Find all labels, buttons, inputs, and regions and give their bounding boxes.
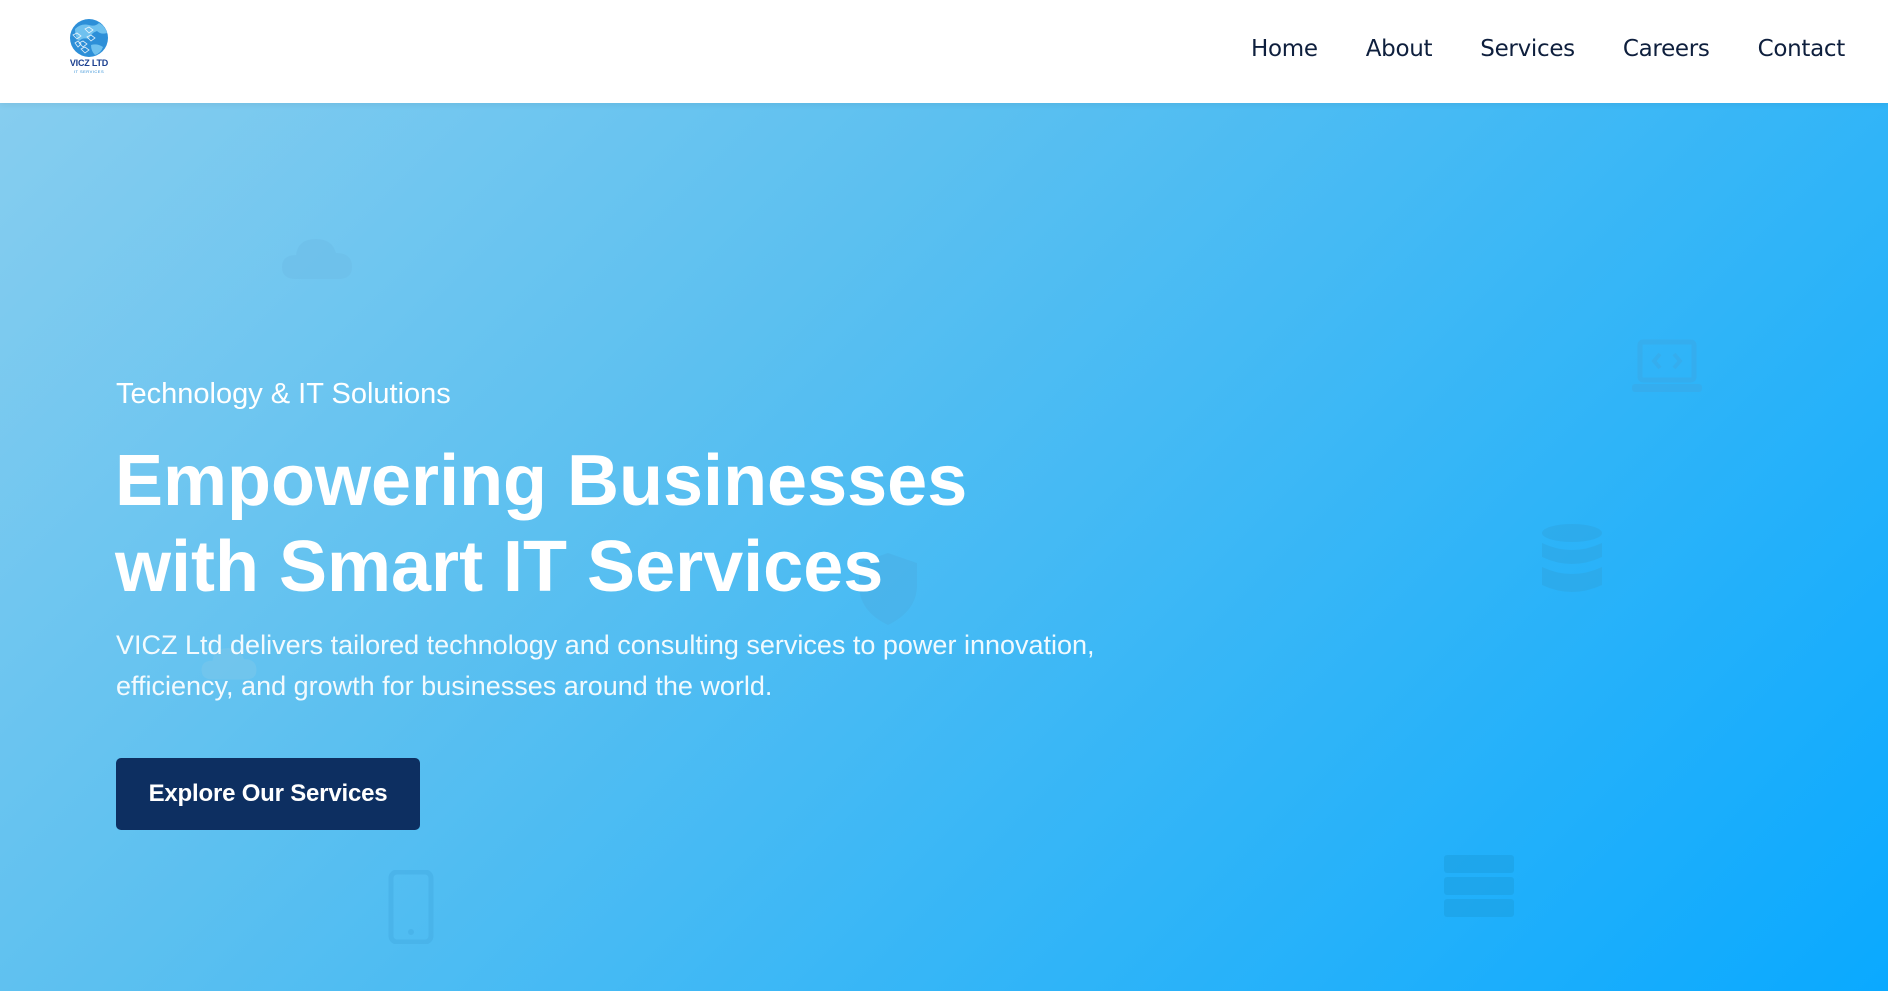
main-nav: Home About Services Careers Contact xyxy=(1203,30,1845,68)
nav-about[interactable]: About xyxy=(1366,30,1433,68)
smartphone-icon xyxy=(388,870,434,944)
headline-line-2: with Smart IT Services xyxy=(115,527,884,607)
cloud-icon xyxy=(282,239,352,279)
database-icon xyxy=(1542,524,1602,592)
hero-kicker: Technology & IT Solutions xyxy=(116,378,451,410)
laptop-code-icon xyxy=(1632,339,1702,392)
server-icon xyxy=(1444,855,1514,917)
logo-subtext: IT SERVICES xyxy=(73,69,105,74)
hero-headline: Empowering Businesses with Smart IT Serv… xyxy=(115,438,1115,610)
explore-services-button[interactable]: Explore Our Services xyxy=(116,758,420,830)
nav-home[interactable]: Home xyxy=(1251,30,1318,68)
hero-section: Technology & IT Solutions Empowering Bus… xyxy=(0,103,1888,991)
nav-careers[interactable]: Careers xyxy=(1623,30,1710,68)
nav-contact[interactable]: Contact xyxy=(1758,30,1846,68)
site-header: VICZ LTD IT SERVICES Home About Services… xyxy=(0,0,1888,103)
headline-line-1: Empowering Businesses xyxy=(115,441,968,521)
vicz-logo[interactable]: VICZ LTD IT SERVICES xyxy=(61,17,117,77)
nav-services[interactable]: Services xyxy=(1480,30,1575,68)
hero-description: VICZ Ltd delivers tailored technology an… xyxy=(116,630,1095,701)
globe-logo-icon xyxy=(70,19,108,57)
logo-text: VICZ LTD xyxy=(69,58,109,68)
